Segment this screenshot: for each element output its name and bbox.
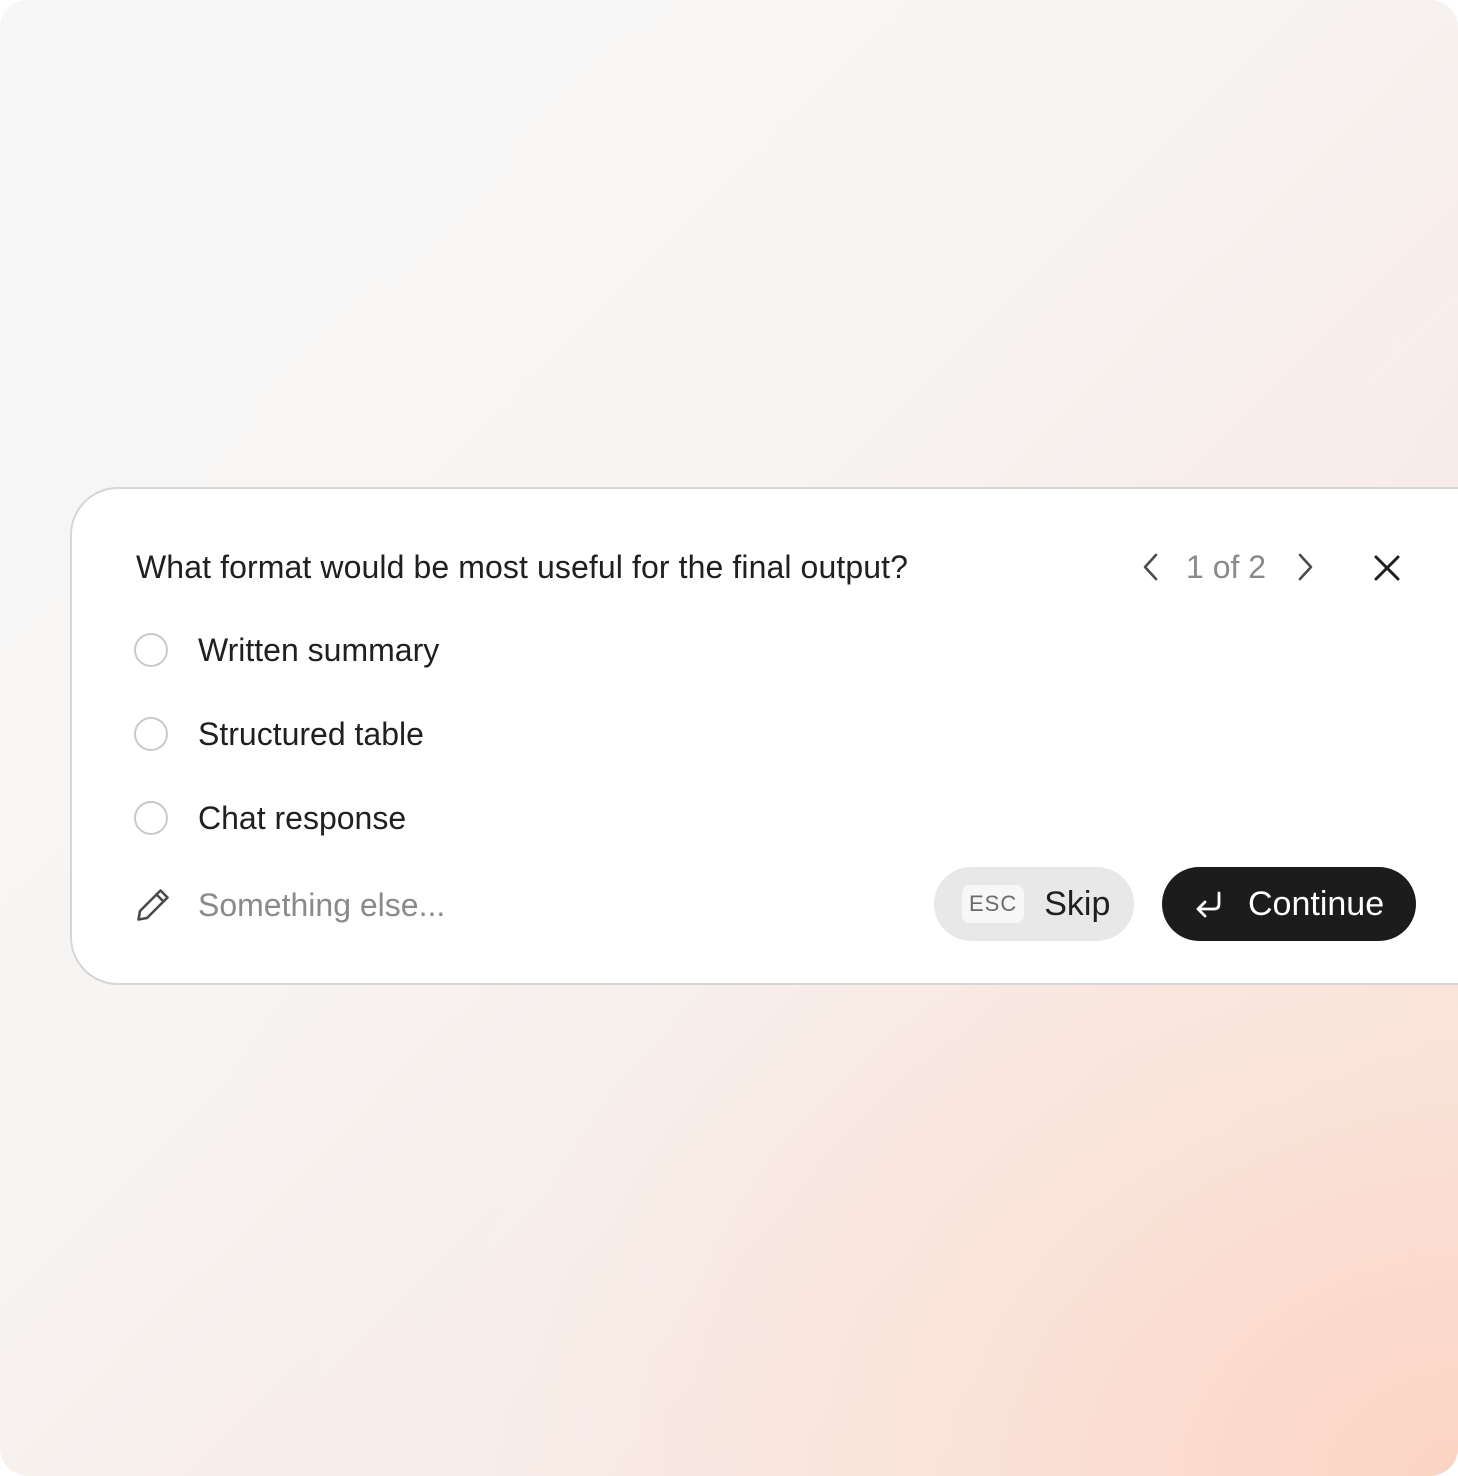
option-label: Chat response [198, 799, 407, 836]
previous-question-button[interactable] [1134, 545, 1168, 589]
something-else-row [134, 883, 798, 927]
continue-button[interactable]: Continue [1162, 867, 1416, 941]
option-label: Written summary [198, 631, 440, 668]
continue-label: Continue [1248, 884, 1385, 923]
pencil-icon [134, 886, 172, 924]
skip-label: Skip [1044, 884, 1111, 923]
options-list: Written summary Structured table Chat re… [134, 629, 439, 881]
next-question-button[interactable] [1288, 545, 1322, 589]
skip-button[interactable]: ESC Skip [934, 867, 1134, 941]
radio-button[interactable] [134, 801, 168, 835]
option-chat-response[interactable]: Chat response [134, 797, 439, 839]
option-structured-table[interactable]: Structured table [134, 713, 439, 755]
option-label: Structured table [198, 715, 424, 752]
radio-button[interactable] [134, 633, 168, 667]
radio-button[interactable] [134, 717, 168, 751]
chevron-left-icon [1143, 553, 1158, 581]
question-dialog: What format would be most useful for the… [70, 487, 1458, 985]
chevron-right-icon [1298, 553, 1313, 581]
pager-count: 1 of 2 [1186, 548, 1267, 585]
background: What format would be most useful for the… [0, 0, 1458, 1476]
close-button[interactable] [1366, 547, 1408, 589]
close-icon [1374, 555, 1400, 581]
question-title: What format would be most useful for the… [136, 549, 909, 585]
question-pager: 1 of 2 [1134, 545, 1322, 589]
something-else-input[interactable] [198, 886, 798, 924]
esc-shortcut-badge: ESC [962, 885, 1025, 923]
enter-icon [1192, 887, 1226, 921]
option-written-summary[interactable]: Written summary [134, 629, 439, 671]
